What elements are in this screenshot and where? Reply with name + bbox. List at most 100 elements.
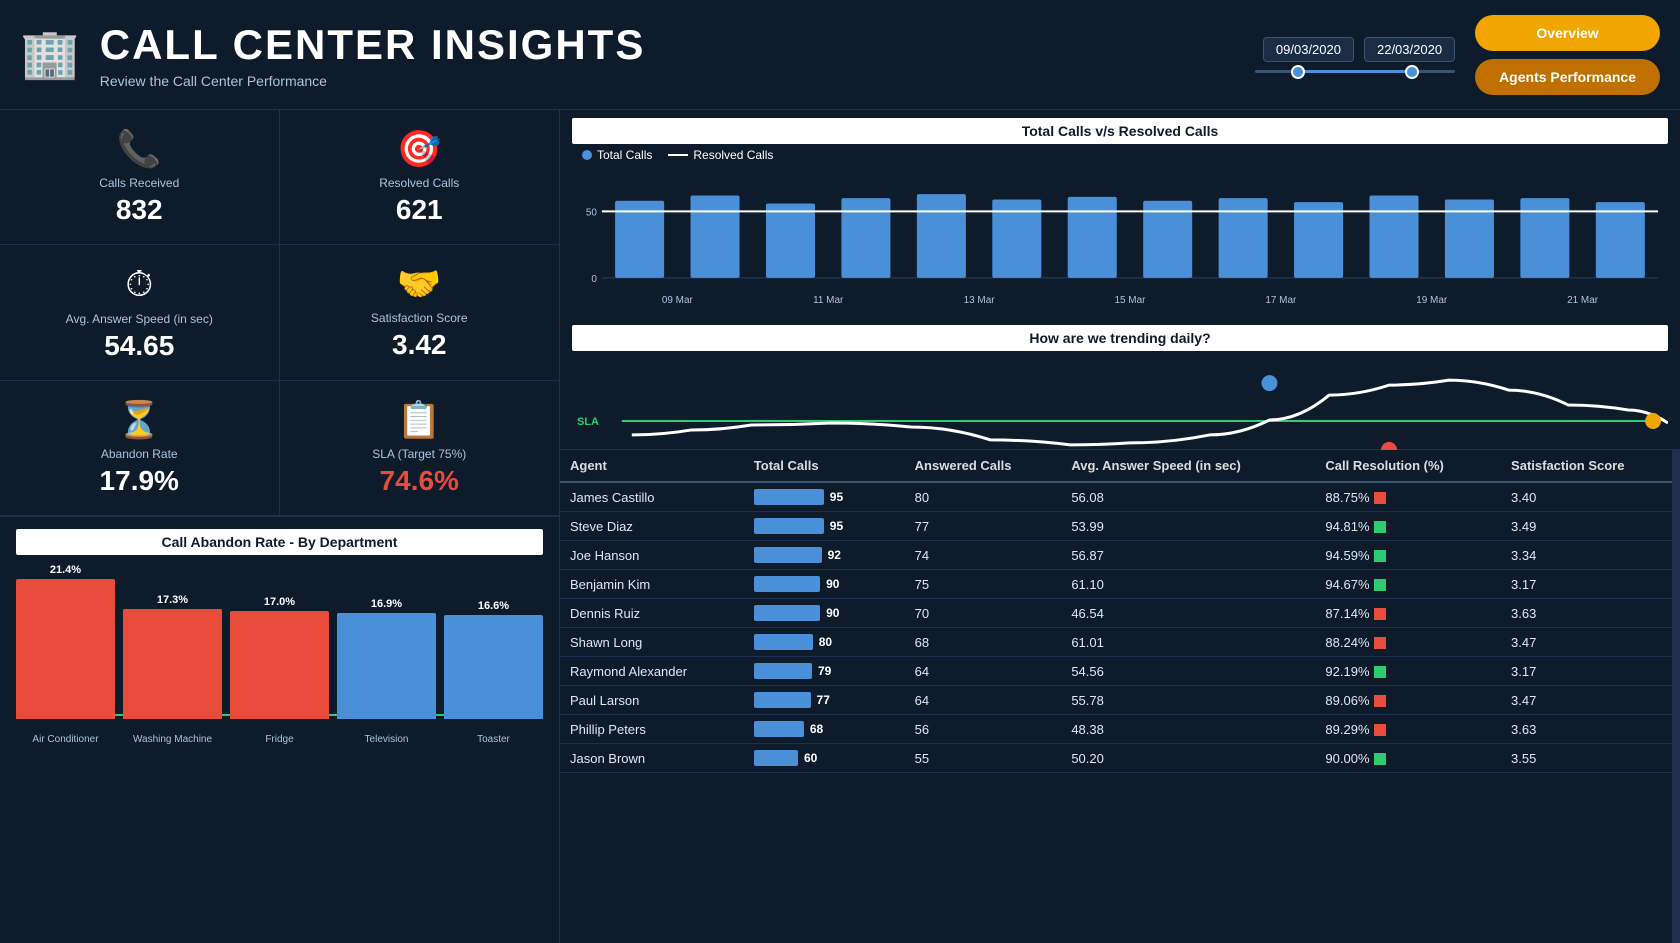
bar-label-3: Television — [337, 734, 436, 745]
kpi-sla: 📋 SLA (Target 75%) 74.6% — [280, 381, 560, 516]
bar-label-2: Fridge — [230, 734, 329, 745]
resolution-flag — [1374, 637, 1386, 649]
calls-received-icon: 📞 — [117, 128, 162, 170]
charts-top: Total Calls v/s Resolved Calls Total Cal… — [560, 110, 1680, 450]
trending-title: How are we trending daily? — [572, 325, 1668, 351]
bar-rect-0 — [16, 579, 115, 719]
agent-name: Jason Brown — [560, 744, 744, 773]
table-header-row: Agent Total Calls Answered Calls Avg. An… — [560, 450, 1680, 482]
slider-thumb-right[interactable] — [1405, 65, 1419, 79]
satisfaction-icon: 🤝 — [397, 263, 442, 305]
bar-rect-1 — [123, 609, 222, 719]
bar-label-4: Toaster — [444, 734, 543, 745]
agent-name: Steve Diaz — [560, 512, 744, 541]
resolution-flag — [1374, 579, 1386, 591]
agent-total-calls: 92 — [744, 541, 905, 570]
agent-answered: 56 — [905, 715, 1062, 744]
svg-text:21 Mar: 21 Mar — [1567, 295, 1599, 306]
total-calls-title: Total Calls v/s Resolved Calls — [572, 118, 1668, 144]
table-row: Phillip Peters685648.3889.29%3.63 — [560, 715, 1680, 744]
agent-total-calls: 95 — [744, 512, 905, 541]
bar-label-0: Air Conditioner — [16, 734, 115, 745]
resolution-flag — [1374, 521, 1386, 533]
kpi-grid: 📞 Calls Received 832 🎯 Resolved Calls 62… — [0, 110, 559, 517]
agent-resolution: 88.75% — [1315, 482, 1501, 512]
agent-satisfaction: 3.49 — [1501, 512, 1680, 541]
kpi-resolved-calls: 🎯 Resolved Calls 621 — [280, 110, 560, 245]
kpi-avg-speed: ⏱ Avg. Answer Speed (in sec) 54.65 — [0, 245, 280, 381]
col-answered: Answered Calls — [905, 450, 1062, 482]
bar-group-0: 21.4%Air Conditioner — [16, 564, 115, 719]
agent-avg-speed: 46.54 — [1061, 599, 1315, 628]
page-title: CALL CENTER INSIGHTS — [100, 21, 1255, 69]
svg-text:15 Mar: 15 Mar — [1114, 295, 1146, 306]
agent-answered: 77 — [905, 512, 1062, 541]
agent-avg-speed: 53.99 — [1061, 512, 1315, 541]
agent-satisfaction: 3.55 — [1501, 744, 1680, 773]
main-content: 📞 Calls Received 832 🎯 Resolved Calls 62… — [0, 110, 1680, 943]
svg-text:50: 50 — [586, 207, 598, 218]
table-row: James Castillo958056.0888.75%3.40 — [560, 482, 1680, 512]
table-wrapper: Agent Total Calls Answered Calls Avg. An… — [560, 450, 1680, 943]
agent-resolution: 89.06% — [1315, 686, 1501, 715]
agents-table: Agent Total Calls Answered Calls Avg. An… — [560, 450, 1680, 773]
sla-label: SLA (Target 75%) — [372, 447, 466, 461]
legend-resolved-line — [668, 154, 688, 156]
agents-performance-button[interactable]: Agents Performance — [1475, 59, 1660, 95]
kpi-abandon-rate: ⏳ Abandon Rate 17.9% — [0, 381, 280, 516]
header-logo: 🏢 — [20, 31, 80, 79]
date-start[interactable]: 09/03/2020 — [1263, 37, 1354, 62]
svg-text:11 Mar: 11 Mar — [813, 295, 844, 306]
agent-satisfaction: 3.47 — [1501, 628, 1680, 657]
header: 🏢 CALL CENTER INSIGHTS Review the Call C… — [0, 0, 1680, 110]
overview-button[interactable]: Overview — [1475, 15, 1660, 51]
right-panel: Total Calls v/s Resolved Calls Total Cal… — [560, 110, 1680, 943]
resolution-flag — [1374, 492, 1386, 504]
bar-rect-2 — [230, 611, 329, 719]
bar-group-1: 17.3%Washing Machine — [123, 594, 222, 719]
agents-table-container[interactable]: Agent Total Calls Answered Calls Avg. An… — [560, 450, 1680, 773]
resolved-calls-icon: 🎯 — [397, 128, 442, 170]
resolution-flag — [1374, 608, 1386, 620]
bar-pct-3: 16.9% — [371, 598, 402, 610]
svg-text:17 Mar: 17 Mar — [1265, 295, 1297, 306]
agent-total-calls: 77 — [744, 686, 905, 715]
date-end[interactable]: 22/03/2020 — [1364, 37, 1455, 62]
slider-thumb-left[interactable] — [1291, 65, 1305, 79]
table-row: Paul Larson776455.7889.06%3.47 — [560, 686, 1680, 715]
bar-group-4: 16.6%Toaster — [444, 600, 543, 719]
col-total-calls: Total Calls — [744, 450, 905, 482]
date-range-slider[interactable] — [1255, 70, 1455, 73]
agent-resolution: 90.00% — [1315, 744, 1501, 773]
bar-chart-title: Call Abandon Rate - By Department — [16, 529, 543, 555]
agent-avg-speed: 61.01 — [1061, 628, 1315, 657]
resolution-flag — [1374, 753, 1386, 765]
agent-resolution: 94.67% — [1315, 570, 1501, 599]
agent-total-calls: 68 — [744, 715, 905, 744]
agent-satisfaction: 3.17 — [1501, 570, 1680, 599]
col-satisfaction: Satisfaction Score — [1501, 450, 1680, 482]
agent-answered: 70 — [905, 599, 1062, 628]
agent-answered: 75 — [905, 570, 1062, 599]
scrollbar[interactable] — [1672, 450, 1680, 943]
agent-name: Benjamin Kim — [560, 570, 744, 599]
agent-name: Dennis Ruiz — [560, 599, 744, 628]
satisfaction-value: 3.42 — [392, 329, 447, 361]
abandon-icon: ⏳ — [117, 399, 162, 441]
agent-satisfaction: 3.40 — [1501, 482, 1680, 512]
agent-avg-speed: 54.56 — [1061, 657, 1315, 686]
legend-total-dot — [582, 150, 592, 160]
abandon-value: 17.9% — [100, 465, 179, 497]
agent-satisfaction: 3.63 — [1501, 715, 1680, 744]
sla-icon: 📋 — [397, 399, 442, 441]
resolved-calls-value: 621 — [396, 194, 443, 226]
table-row: Raymond Alexander796454.5692.19%3.17 — [560, 657, 1680, 686]
agent-total-calls: 95 — [744, 482, 905, 512]
avg-speed-value: 54.65 — [104, 330, 174, 362]
agent-name: Paul Larson — [560, 686, 744, 715]
resolution-flag — [1374, 550, 1386, 562]
nav-buttons: Overview Agents Performance — [1475, 15, 1660, 95]
legend-total-label: Total Calls — [597, 148, 652, 162]
calls-received-label: Calls Received — [99, 176, 179, 190]
calls-received-value: 832 — [116, 194, 163, 226]
